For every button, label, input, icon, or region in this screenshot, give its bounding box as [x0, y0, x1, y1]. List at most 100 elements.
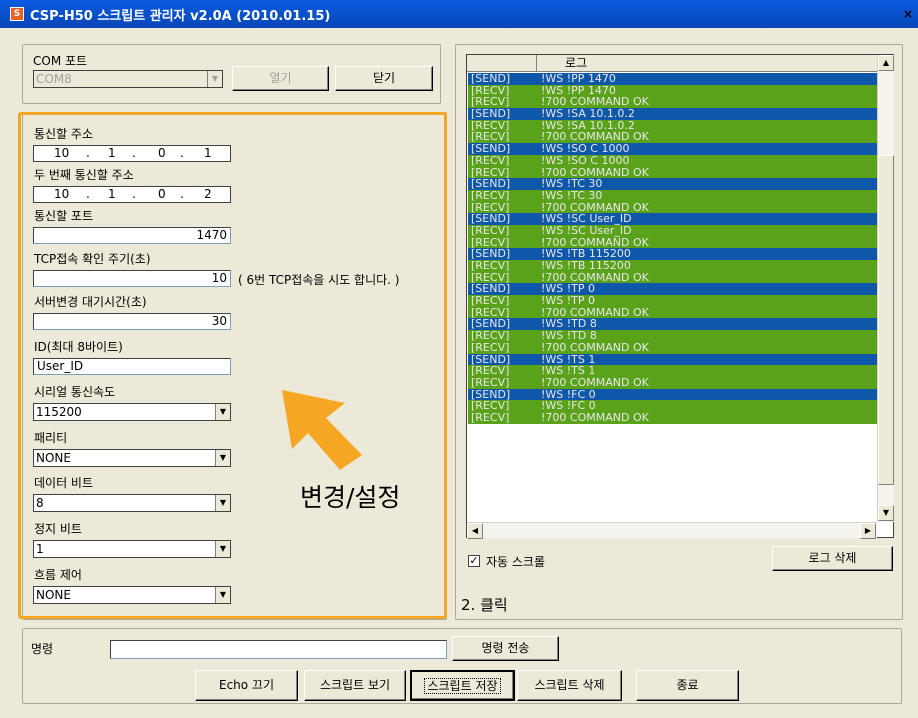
log-header-msg[interactable]: 로그 — [537, 55, 877, 71]
log-row[interactable]: [SEND] !WS !SC User_ID — [468, 213, 877, 225]
tcp-note: ( 6번 TCP접속을 시도 합니다. ) — [238, 273, 400, 287]
address-input[interactable]: 10 . 1 . 0 . 1 — [33, 145, 231, 162]
flow-select[interactable]: NONE ▼ — [33, 586, 231, 604]
port-input[interactable]: 1470 — [33, 227, 231, 244]
scroll-right-icon[interactable]: ▶ — [860, 523, 876, 539]
log-row-direction: [RECV] — [471, 375, 510, 389]
tcp-interval-input[interactable]: 10 — [33, 270, 231, 287]
save-script-button[interactable]: 스크립트 저장 — [410, 670, 515, 701]
close-port-button[interactable]: 닫기 — [335, 66, 433, 91]
chevron-down-icon: ▼ — [215, 541, 230, 557]
log-row[interactable]: [RECV] !700 COMMAND OK — [468, 377, 877, 389]
scroll-down-icon[interactable]: ▼ — [878, 505, 894, 521]
id-input[interactable]: User_ID — [33, 358, 231, 375]
view-script-button[interactable]: 스크립트 보기 — [304, 670, 406, 701]
flow-label: 흐름 제어 — [34, 568, 82, 582]
delete-script-button[interactable]: 스크립트 삭제 — [517, 670, 622, 701]
window-title: CSP-H50 스크립트 관리자 v2.0A (2010.01.15) — [30, 9, 331, 24]
exit-button[interactable]: 종료 — [636, 670, 739, 701]
vertical-scrollbar[interactable]: ▲ ▼ — [877, 55, 894, 522]
tcp-interval-label: TCP접속 확인 주기(초) — [34, 252, 151, 266]
close-icon[interactable]: × — [903, 7, 913, 21]
log-row[interactable]: [SEND] !WS !SO C 1000 — [468, 143, 877, 155]
com-port-label: COM 포트 — [33, 54, 88, 68]
click-annotation: 2. 클릭 — [461, 596, 508, 614]
com-port-select[interactable]: COM8 ▼ — [33, 70, 223, 88]
horizontal-scrollbar[interactable]: ◀ ▶ — [467, 522, 877, 539]
save-script-label: 스크립트 저장 — [424, 678, 501, 694]
log-row[interactable]: [RECV] !WS !PP 1470 — [468, 84, 877, 97]
log-row-message: !WS !SO C 1000 — [541, 153, 630, 167]
log-row[interactable]: [RECV] !WS !TB 115200 — [468, 260, 877, 272]
open-button[interactable]: 열기 — [232, 66, 329, 91]
ip-dot: . — [132, 187, 136, 201]
log-row[interactable]: [RECV] !WS !TD 8 — [468, 330, 877, 342]
chevron-down-icon: ▼ — [207, 71, 222, 87]
log-row[interactable]: [SEND] !WS !SA 10.1.0.2 — [468, 108, 877, 120]
flow-value: NONE — [36, 588, 71, 602]
parity-value: NONE — [36, 451, 71, 465]
databits-select[interactable]: 8 ▼ — [33, 494, 231, 512]
log-row[interactable]: [RECV] !WS !TC 30 — [468, 190, 877, 202]
log-row[interactable]: [RECV] !700 COMMAND OK — [468, 307, 877, 319]
log-row[interactable]: [RECV] !700 COMMAND OK — [468, 236, 877, 249]
log-header-dir[interactable] — [467, 55, 537, 71]
app-icon: S — [10, 7, 24, 21]
log-row-message: !700 COMMAND OK — [541, 340, 649, 354]
address-octet-1: 10 — [54, 146, 70, 160]
address2-octet-4: 2 — [204, 187, 212, 201]
log-row[interactable]: [RECV] !700 COMMAND OK — [468, 412, 877, 424]
log-row[interactable]: [RECV] !WS !SC User_ID — [468, 225, 877, 237]
parity-label: 패리티 — [34, 431, 68, 445]
log-row[interactable]: [RECV] !WS !TP 0 — [468, 295, 877, 307]
log-row[interactable]: [RECV] !700 COMMAND OK — [468, 201, 877, 214]
log-list[interactable]: 로그 [SEND] !WS !PP 1470 [RECV] !WS !PP 1470[… — [466, 54, 894, 539]
scroll-left-icon[interactable]: ◀ — [467, 523, 483, 539]
parity-select[interactable]: NONE ▼ — [33, 449, 231, 467]
baud-label: 시리얼 통신속도 — [34, 385, 116, 399]
stopbits-select[interactable]: 1 ▼ — [33, 540, 231, 558]
address2-octet-1: 10 — [54, 187, 70, 201]
change-setting-label: 변경/설정 — [300, 483, 401, 512]
clear-log-button[interactable]: 로그 삭제 — [772, 546, 893, 571]
log-row-message: !WS !TP 0 — [541, 294, 596, 308]
chevron-down-icon: ▼ — [215, 495, 230, 511]
ip-dot: . — [132, 146, 136, 160]
address2-input[interactable]: 10 . 1 . 0 . 2 — [33, 186, 231, 203]
log-row[interactable]: [RECV] !WS !TS 1 — [468, 365, 877, 377]
log-row-direction: [RECV] — [471, 340, 510, 354]
log-row[interactable]: [RECV] !700 COMMAND OK — [468, 96, 877, 109]
log-row-message: !WS !PP 1470 — [541, 73, 616, 85]
address2-octet-2: 1 — [108, 187, 116, 201]
log-row[interactable]: [SEND] !WS !TB 115200 — [468, 248, 877, 260]
log-row[interactable]: [SEND] !WS !PP 1470 — [468, 73, 877, 85]
log-row[interactable]: [SEND] !WS !TC 30 — [468, 178, 877, 190]
command-input[interactable] — [110, 640, 447, 659]
log-row[interactable]: [RECV] !WS !SA 10.1.0.2 — [468, 120, 877, 132]
address-octet-4: 1 — [204, 146, 212, 160]
scroll-thumb[interactable] — [878, 155, 894, 485]
log-row[interactable]: [SEND] !WS !TS 1 — [468, 353, 877, 366]
auto-scroll-checkbox[interactable]: ✓ — [468, 555, 480, 567]
log-row-direction: [RECV] — [471, 153, 510, 167]
ip-dot: . — [86, 146, 90, 160]
log-row[interactable]: [RECV] !700 COMMAND OK — [468, 271, 877, 284]
log-row[interactable]: [RECV] !WS !FC 0 — [468, 400, 877, 412]
chevron-down-icon: ▼ — [215, 404, 230, 420]
chevron-down-icon: ▼ — [215, 450, 230, 466]
log-row[interactable]: [RECV] !700 COMMAND OK — [468, 131, 877, 144]
send-command-button[interactable]: 명령 전송 — [452, 636, 559, 661]
baud-select[interactable]: 115200 ▼ — [33, 403, 231, 421]
log-row[interactable]: [SEND] !WS !TP 0 — [468, 283, 877, 296]
log-row[interactable]: [RECV] !700 COMMAND OK — [468, 342, 877, 354]
log-row-direction: [SEND] — [471, 107, 511, 121]
log-row[interactable]: [SEND] !WS !FC 0 — [468, 388, 877, 401]
scroll-up-icon[interactable]: ▲ — [878, 55, 894, 71]
log-row[interactable]: [RECV] !WS !SO C 1000 — [468, 155, 877, 167]
com-port-value: COM8 — [36, 72, 72, 86]
log-row[interactable]: [RECV] !700 COMMAND OK — [468, 166, 877, 179]
wait-time-input[interactable]: 30 — [33, 313, 231, 330]
log-row-direction: [SEND] — [471, 73, 511, 85]
echo-off-button[interactable]: Echo 끄기 — [195, 670, 298, 701]
log-row[interactable]: [SEND] !WS !TD 8 — [468, 318, 877, 331]
